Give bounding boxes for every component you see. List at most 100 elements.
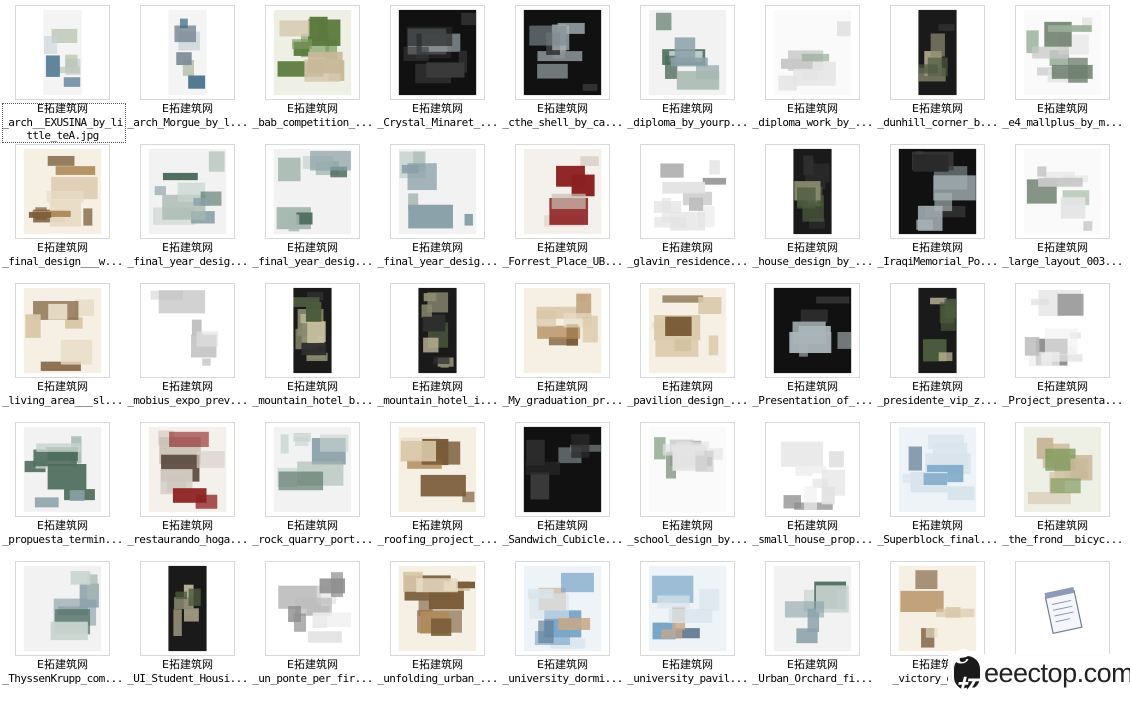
file-item[interactable]: E拓建筑网 _e4_mallplus_by_m... [1000,0,1125,139]
file-item[interactable]: E拓建筑网 _large_layout_003... [1000,139,1125,278]
file-item[interactable]: E拓建筑网 _university_dormi... [500,556,625,695]
file-item[interactable]: E拓建筑网 _final_year_desig... [375,139,500,278]
file-item[interactable]: E拓建筑网 _mobius_expo_prev... [125,278,250,417]
file-item[interactable]: E拓建筑网 _final_year_desig... [250,139,375,278]
file-item[interactable]: E拓建筑网 _glavin_residence... [625,139,750,278]
file-item[interactable]: E拓建筑网 _pavilion_design_... [625,278,750,417]
file-item[interactable]: E拓建筑网 _un_ponte_per_fir... [250,556,375,695]
file-thumbnail[interactable] [765,144,860,239]
file-thumbnail[interactable] [265,5,360,100]
file-thumbnail[interactable] [140,283,235,378]
file-item[interactable]: E拓建筑网 _mountain_hotel_b... [250,278,375,417]
file-item[interactable]: E拓建筑网 _presidente_vip_z... [875,278,1000,417]
file-item[interactable]: E拓建筑网 _Presentation_of_... [750,278,875,417]
file-thumbnail[interactable] [640,561,735,656]
file-thumbnail[interactable] [1015,144,1110,239]
file-thumbnail[interactable] [640,144,735,239]
file-thumbnail[interactable] [515,283,610,378]
file-item[interactable]: E拓建筑网 _house_design_by_... [750,139,875,278]
file-thumbnail[interactable] [890,283,985,378]
file-thumbnail[interactable] [390,283,485,378]
file-item[interactable]: E拓建筑网 _school_design_by... [625,417,750,556]
file-thumbnail[interactable] [1015,5,1110,100]
file-name: _Project_presenta... [1002,394,1123,407]
file-item[interactable]: E拓建筑网 _diploma_by_yourp... [625,0,750,139]
file-item[interactable]: E拓建筑网 _dunhill_corner_b... [875,0,1000,139]
file-thumbnail[interactable] [640,5,735,100]
file-item[interactable]: E拓建筑网 _Crystal_Minaret_... [375,0,500,139]
file-name: _Forrest_Place_UB... [502,255,623,268]
watermark: e拓 eeectop.com [948,640,1130,706]
file-item[interactable]: E拓建筑网 _roofing_project_... [375,417,500,556]
file-thumbnail[interactable] [140,5,235,100]
file-thumbnail[interactable] [265,422,360,517]
file-thumbnail[interactable] [15,144,110,239]
file-thumbnail[interactable] [1015,283,1110,378]
file-item[interactable]: E拓建筑网 _bab_competition_... [250,0,375,139]
file-label-site: E拓建筑网 [37,380,88,393]
file-thumbnail[interactable] [765,561,860,656]
file-label-site: E拓建筑网 [162,380,213,393]
file-item[interactable]: E拓建筑网 _Sandwich_Cubicle... [500,417,625,556]
file-item[interactable]: E拓建筑网 _arch_Morgue_by_l... [125,0,250,139]
file-thumbnail[interactable] [640,422,735,517]
file-name: _Presentation_of_... [752,394,873,407]
file-thumbnail[interactable] [1015,422,1110,517]
file-thumbnail[interactable] [890,144,985,239]
file-thumbnail[interactable] [640,283,735,378]
file-thumbnail[interactable] [515,5,610,100]
file-item[interactable]: E拓建筑网 _Superblock_final... [875,417,1000,556]
file-item[interactable]: E拓建筑网 _final_year_desig... [125,139,250,278]
file-thumbnail[interactable] [15,422,110,517]
file-thumbnail[interactable] [265,283,360,378]
file-thumbnail[interactable] [390,144,485,239]
file-thumbnail[interactable] [515,422,610,517]
file-item[interactable]: E拓建筑网 _cthe_shell_by_ca... [500,0,625,139]
file-thumbnail[interactable] [765,5,860,100]
file-thumbnail[interactable] [265,144,360,239]
file-name: _e4_mallplus_by_m... [1002,116,1123,129]
file-name: _house_design_by_... [752,255,873,268]
file-item[interactable]: E拓建筑网 _living_area___sl... [0,278,125,417]
file-item[interactable]: E拓建筑网 _Project_presenta... [1000,278,1125,417]
file-thumbnail[interactable] [15,5,110,100]
file-thumbnail[interactable] [15,561,110,656]
file-item[interactable]: E拓建筑网 _Forrest_Place_UB... [500,139,625,278]
file-item[interactable]: E拓建筑网 _restaurando_hoga... [125,417,250,556]
text-file-icon[interactable] [1015,561,1110,656]
file-item[interactable]: E拓建筑网 _ThyssenKrupp_com... [0,556,125,695]
file-thumbnail[interactable] [765,283,860,378]
file-item[interactable]: E拓建筑网 _university_pavil... [625,556,750,695]
file-item[interactable]: E拓建筑网 _diploma_work_by_... [750,0,875,139]
file-thumbnail[interactable] [515,144,610,239]
file-thumbnail[interactable] [890,5,985,100]
file-name: _mobius_expo_prev... [127,394,248,407]
file-label-site: E拓建筑网 [912,380,963,393]
file-item[interactable]: E拓建筑网 _unfolding_urban_... [375,556,500,695]
file-item[interactable]: E拓建筑网 _UI_Student_Housi... [125,556,250,695]
file-thumbnail[interactable] [140,144,235,239]
file-item[interactable]: E拓建筑网 _My_graduation_pr... [500,278,625,417]
file-thumbnail[interactable] [765,422,860,517]
file-name: _Superblock_final... [877,533,998,546]
file-item[interactable]: E拓建筑网 _Urban_Orchard_fi... [750,556,875,695]
file-thumbnail[interactable] [390,422,485,517]
file-thumbnail[interactable] [140,422,235,517]
file-name: _large_layout_003... [1002,255,1123,268]
file-thumbnail[interactable] [515,561,610,656]
file-thumbnail[interactable] [15,283,110,378]
file-item[interactable]: E拓建筑网 _IraqiMemorial_Po... [875,139,1000,278]
file-item[interactable]: E拓建筑网 _the_frond__bicyc... [1000,417,1125,556]
file-thumbnail[interactable] [390,5,485,100]
file-item[interactable]: E拓建筑网 _final_design___w... [0,139,125,278]
file-thumbnail[interactable] [140,561,235,656]
file-item[interactable]: E拓建筑网 _rock_quarry_port... [250,417,375,556]
file-item[interactable]: E拓建筑网 _small_house_prop... [750,417,875,556]
file-item[interactable]: E拓建筑网 _mountain_hotel_i... [375,278,500,417]
file-thumbnail[interactable] [390,561,485,656]
file-thumbnail[interactable] [890,422,985,517]
file-item[interactable]: E拓建筑网 _arch__EXUSINA_by_little_teA.jpg [0,0,126,143]
file-item[interactable]: E拓建筑网 _propuesta_termin... [0,417,125,556]
file-thumbnail[interactable] [265,561,360,656]
file-label-site: E拓建筑网 [412,519,463,532]
